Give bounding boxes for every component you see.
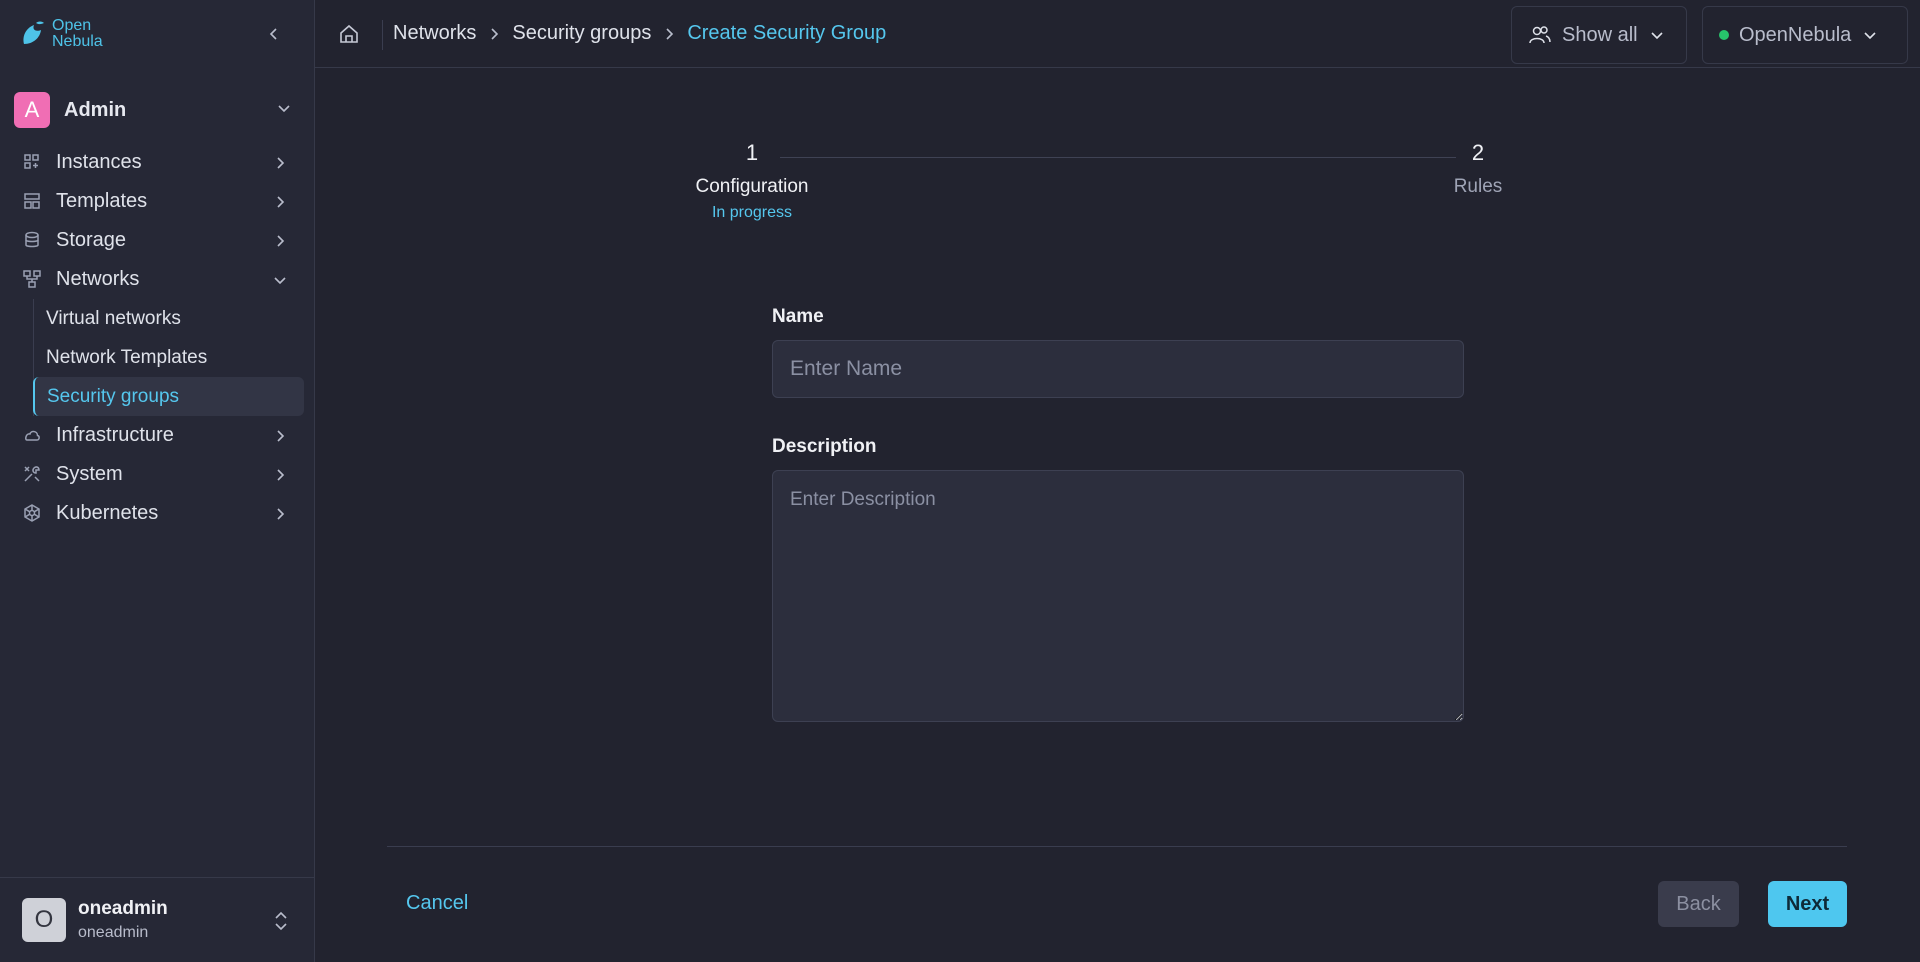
name-label: Name	[772, 306, 824, 327]
sidebar-nav: Instances Templates Storage Networks Vir…	[0, 143, 315, 533]
users-icon	[1529, 26, 1551, 44]
chevron-down-icon	[276, 100, 292, 121]
breadcrumb-current: Create Security Group	[687, 22, 887, 44]
description-textarea[interactable]	[772, 470, 1464, 722]
step-label: Rules	[1453, 176, 1503, 197]
chevron-up-down-icon	[273, 910, 289, 937]
sidebar-item-system[interactable]: System	[0, 455, 315, 494]
step-status: In progress	[711, 204, 793, 221]
sidebar-item-label: Instances	[56, 151, 142, 173]
networks-subnav: Virtual networks Network Templates Secur…	[33, 299, 315, 416]
name-input[interactable]	[772, 340, 1464, 398]
header-divider	[382, 20, 383, 50]
collapse-sidebar-button[interactable]	[262, 22, 286, 46]
chevron-down-icon	[1650, 28, 1664, 42]
chevron-right-icon	[273, 195, 287, 209]
group-selector[interactable]: A Admin	[14, 92, 300, 128]
chevron-right-icon	[273, 507, 287, 521]
chevron-right-icon	[488, 27, 500, 41]
sidebar-item-network-templates[interactable]: Network Templates	[34, 338, 304, 377]
sidebar-item-label: Infrastructure	[56, 424, 174, 446]
step-number: 2	[1471, 140, 1485, 165]
next-button[interactable]: Next	[1768, 881, 1847, 927]
user-group: oneadmin	[78, 924, 149, 941]
step-configuration[interactable]: 1 Configuration In progress	[688, 140, 816, 222]
wizard-stepper: 1 Configuration In progress 2 Rules	[680, 140, 1520, 240]
sidebar-item-kubernetes[interactable]: Kubernetes	[0, 494, 315, 533]
breadcrumb: Networks Security groups Create Security…	[393, 22, 886, 45]
breadcrumb-networks[interactable]: Networks	[393, 22, 476, 45]
user-name: oneadmin	[78, 898, 168, 919]
view-filter-button[interactable]: Show all	[1511, 6, 1687, 64]
chevron-right-icon	[273, 234, 287, 248]
chevron-right-icon	[273, 468, 287, 482]
group-label: Admin	[64, 98, 127, 121]
zone-label: OpenNebula	[1739, 23, 1852, 46]
storage-icon	[22, 230, 44, 252]
chevron-right-icon	[273, 156, 287, 170]
cloud-icon	[22, 425, 44, 447]
sidebar-item-networks[interactable]: Networks	[0, 260, 315, 299]
sidebar-item-security-groups[interactable]: Security groups	[33, 377, 304, 416]
sidebar-item-templates[interactable]: Templates	[0, 182, 315, 221]
chevron-down-icon	[1863, 28, 1877, 42]
chevron-right-icon	[273, 429, 287, 443]
stepper-connector	[780, 157, 1456, 158]
sidebar-item-label: Templates	[56, 190, 148, 212]
sidebar-item-instances[interactable]: Instances	[0, 143, 315, 182]
step-rules[interactable]: 2 Rules	[1448, 140, 1508, 198]
chevron-right-icon	[663, 27, 675, 41]
instances-icon	[22, 152, 44, 174]
sidebar-item-storage[interactable]: Storage	[0, 221, 315, 260]
chevron-left-icon	[269, 28, 277, 40]
description-label: Description	[772, 436, 877, 457]
templates-icon	[22, 191, 44, 213]
view-filter-label: Show all	[1562, 23, 1638, 46]
step-number: 1	[745, 140, 759, 165]
sidebar-item-virtual-networks[interactable]: Virtual networks	[34, 299, 304, 338]
security-group-form: Name Description	[772, 306, 1464, 727]
sidebar: Open Nebula A Admin Instances Templates	[0, 0, 315, 962]
zone-status-dot	[1719, 30, 1729, 40]
sidebar-item-label: Networks	[56, 268, 140, 290]
home-button[interactable]	[335, 20, 363, 48]
home-icon	[340, 24, 358, 43]
user-avatar: O	[22, 898, 66, 942]
opennebula-logo-icon	[23, 21, 44, 44]
step-label: Configuration	[695, 176, 809, 197]
sidebar-item-infrastructure[interactable]: Infrastructure	[0, 416, 315, 455]
opennebula-logo[interactable]: Open Nebula	[20, 18, 103, 50]
back-button[interactable]: Back	[1658, 881, 1739, 927]
cancel-button[interactable]: Cancel	[390, 884, 484, 923]
top-header: Networks Security groups Create Security…	[315, 0, 1920, 68]
actions-divider	[387, 846, 1847, 847]
tools-icon	[22, 464, 44, 486]
breadcrumb-security-groups[interactable]: Security groups	[512, 22, 651, 45]
logo-text-line2: Nebula	[52, 33, 103, 50]
group-avatar: A	[14, 92, 50, 128]
user-menu[interactable]: O oneadmin oneadmin	[0, 877, 315, 962]
zone-selector-button[interactable]: OpenNebula	[1702, 6, 1908, 64]
sidebar-item-label: Storage	[56, 229, 127, 251]
logo-text-line1: Open	[52, 17, 92, 34]
logo-text: Open Nebula	[52, 18, 103, 50]
kubernetes-icon	[22, 503, 44, 525]
networks-icon	[22, 269, 44, 291]
user-info: oneadmin oneadmin	[78, 898, 168, 942]
chevron-down-icon	[273, 273, 287, 287]
sidebar-item-label: System	[56, 463, 123, 485]
sidebar-item-label: Kubernetes	[56, 502, 159, 524]
